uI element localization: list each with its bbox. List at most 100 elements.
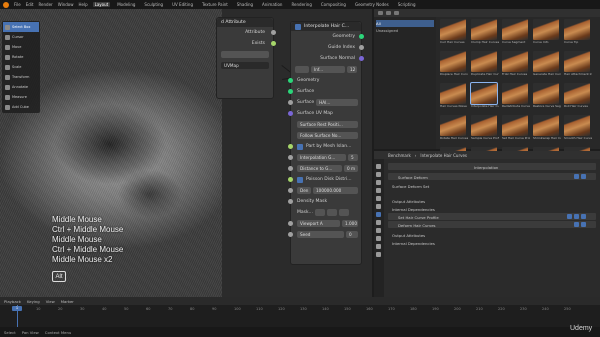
menu-edit[interactable]: Edit [26,2,34,7]
socket-icon[interactable] [288,155,293,160]
asset-thumbnail[interactable]: Curve Info [533,19,561,47]
tab-animation[interactable]: Animation [260,2,284,7]
socket-icon[interactable] [288,232,293,237]
scene-tab-icon[interactable] [376,188,381,193]
tool-annotate[interactable]: Annotate [3,82,39,92]
asset-thumbnail[interactable]: Redistribute Curve Points [502,83,530,111]
keying-menu[interactable]: Keying [27,299,40,304]
node-name-field[interactable]: UVMap [217,60,273,71]
asset-thumbnail[interactable]: Smooth Hair Curves [564,115,592,143]
tab-compositing[interactable]: Compositing [319,2,348,7]
add-icon[interactable] [326,209,337,216]
toggle-viewport-icon[interactable] [574,174,579,179]
constraints-tab-icon[interactable] [376,236,381,241]
modifier-tab-icon[interactable] [376,212,381,217]
tool-transform[interactable]: Transform [3,72,39,82]
asset-thumbnail[interactable]: Sample Curve Profile [471,115,499,143]
image-browse-icon[interactable] [314,209,325,216]
tool-rotate[interactable]: Rotate [3,52,39,62]
node-group-selector[interactable]: Inf... 12 [291,64,361,75]
tool-measure[interactable]: Measure [3,92,39,102]
socket-icon[interactable] [288,89,293,94]
marker-menu[interactable]: Marker [61,299,74,304]
tool-select-box[interactable]: Select Box [3,22,39,32]
timeline-track[interactable]: 0102030405060708090100110120130140150160… [0,305,600,327]
toggle-edit-icon[interactable] [567,214,572,219]
tab-rendering[interactable]: Rendering [289,2,313,7]
tab-layout[interactable]: Layout [92,2,111,7]
node-editor[interactable]: d Attribute Attribute Exists UVMap Inter… [216,9,372,297]
modifier-row[interactable]: Internal Dependencies [392,239,435,247]
tab-shading[interactable]: Shading [235,2,255,7]
modifier-row[interactable]: Output Attributes [392,231,425,239]
tab-uv-editing[interactable]: UV Editing [170,2,195,7]
toggle-render-icon[interactable] [581,222,586,227]
current-frame[interactable]: 1 [12,306,22,311]
toggle-viewport-icon[interactable] [574,214,579,219]
asset-thumbnail[interactable]: Rotate Hair Curves [440,115,468,143]
catalog-all[interactable]: All [376,20,434,27]
named-attribute-node[interactable]: d Attribute Attribute Exists UVMap [216,17,276,99]
checkbox-icon[interactable] [295,23,301,30]
catalog-unassigned[interactable]: Unassigned [376,27,434,34]
asset-thumbnail[interactable]: Curve Tip [564,19,592,47]
tab-scripting[interactable]: Scripting [396,2,418,7]
editor-type-icon[interactable] [378,11,383,15]
data-tab-icon[interactable] [376,244,381,249]
tool-cursor[interactable]: Cursor [3,32,39,42]
menu-help[interactable]: Help [78,2,87,7]
asset-thumbnail[interactable]: Shrinkwrap Hair Curves [533,115,561,143]
socket-icon[interactable] [359,34,364,39]
tool-tab-icon[interactable] [376,164,381,169]
socket-icon[interactable] [288,78,293,83]
modifier-row[interactable]: Surface Deform Set [392,182,429,190]
blender-logo-icon[interactable] [3,1,9,8]
socket-icon[interactable] [359,56,364,61]
menu-window[interactable]: Window [58,2,74,7]
asset-thumbnail[interactable]: Roll Hair Curves [564,83,592,111]
view-icon[interactable] [386,11,391,15]
folder-icon[interactable] [338,209,349,216]
tool-move[interactable]: Move [3,42,39,52]
asset-thumbnail[interactable]: Set Hair Curve Profile [502,115,530,143]
socket-icon[interactable] [271,41,276,46]
asset-thumbnail[interactable]: Hair Attachment Info [564,51,592,79]
modifier-row[interactable]: Internal Dependencies [392,205,435,213]
node-type-dropdown[interactable] [217,49,273,60]
toggle-render-icon[interactable] [581,174,586,179]
asset-thumbnail[interactable]: Hair Curves Noise [440,83,468,111]
asset-thumbnail[interactable]: Displace Hair Curves [440,51,468,79]
render-tab-icon[interactable] [376,172,381,177]
physics-tab-icon[interactable] [376,228,381,233]
socket-icon[interactable] [271,30,276,35]
menu-file[interactable]: File [14,2,21,7]
interpolate-hair-curves-node[interactable]: Interpolate Hair C... Geometry Guide Ind… [288,21,364,265]
surface-object-field[interactable]: HAI... [316,99,358,106]
asset-thumbnail[interactable]: Interpolate Hair Curves [470,82,499,111]
asset-thumbnail[interactable]: Restore Curve Segment [533,83,561,111]
socket-icon[interactable] [288,188,293,193]
menu-render[interactable]: Render [38,2,52,7]
socket-icon[interactable] [359,45,364,50]
particles-tab-icon[interactable] [376,220,381,225]
tab-modeling[interactable]: Modeling [115,2,137,7]
asset-thumbnail[interactable]: Curve Segment [502,19,530,47]
timeline[interactable]: Playback Keying View Marker 010203040506… [0,297,600,327]
asset-thumbnail[interactable]: Clump Hair Curves [471,19,499,47]
world-tab-icon[interactable] [376,196,381,201]
playback-menu[interactable]: Playback [4,299,21,304]
tab-texture-paint[interactable]: Texture Paint [200,2,230,7]
socket-icon[interactable] [288,221,293,226]
object-tab-icon[interactable] [376,204,381,209]
asset-thumbnail[interactable]: Duplicate Hair Curves [471,51,499,79]
output-tab-icon[interactable] [376,180,381,185]
asset-thumbnail[interactable]: Frizz Hair Curves [502,51,530,79]
socket-icon[interactable] [288,144,293,149]
material-tab-icon[interactable] [376,252,381,257]
tab-sculpting[interactable]: Sculpting [142,2,165,7]
socket-icon[interactable] [288,177,293,182]
socket-icon[interactable] [288,111,293,116]
tool-scale[interactable]: Scale [3,62,39,72]
checkbox-icon[interactable] [297,143,303,150]
socket-icon[interactable] [288,199,293,204]
